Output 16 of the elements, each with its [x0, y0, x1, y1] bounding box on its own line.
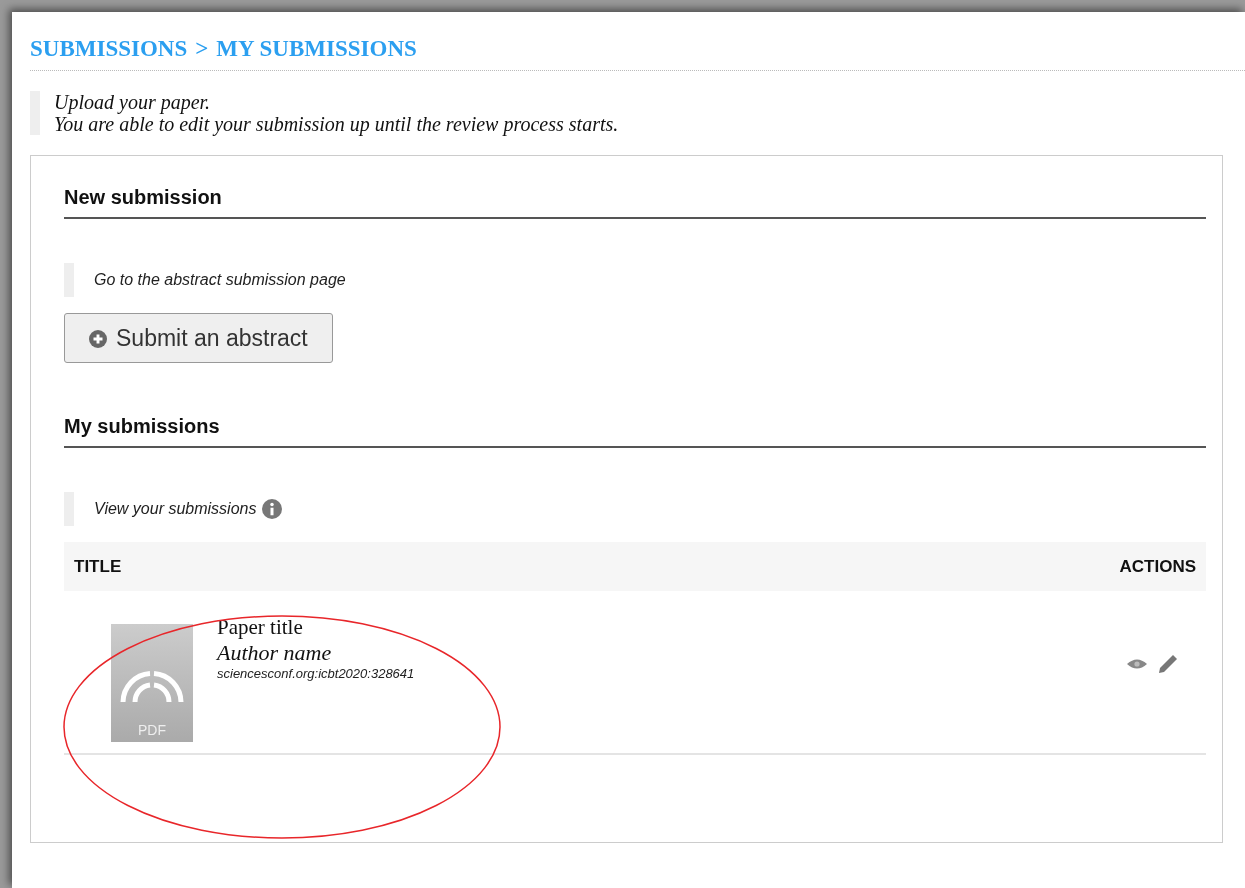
breadcrumb-separator: > — [195, 36, 209, 62]
submit-abstract-button[interactable]: Submit an abstract — [64, 313, 333, 363]
file-type-label: PDF — [138, 722, 166, 738]
column-header: ACTIONS — [1119, 557, 1196, 577]
hint-text: Go to the abstract submission page — [94, 270, 346, 290]
intro-text: You are able to edit your submission up until the review process starts. — [54, 113, 619, 135]
submission-id: sciencesconf.org:icbt2020:328641 — [217, 666, 416, 681]
breadcrumb-link[interactable]: SUBMISSIONS — [30, 36, 188, 62]
section-heading: New submission — [64, 186, 1206, 219]
column-header: TITLE — [74, 557, 122, 577]
paper-title: Paper title — [217, 615, 304, 640]
section-heading: My submissions — [64, 415, 1206, 448]
hint-text: View your submissions — [94, 499, 257, 519]
breadcrumb-link[interactable]: MY SUBMISSIONS — [216, 36, 417, 62]
author-name: Author name — [217, 640, 333, 666]
intro-text: Upload your paper. — [54, 91, 212, 113]
